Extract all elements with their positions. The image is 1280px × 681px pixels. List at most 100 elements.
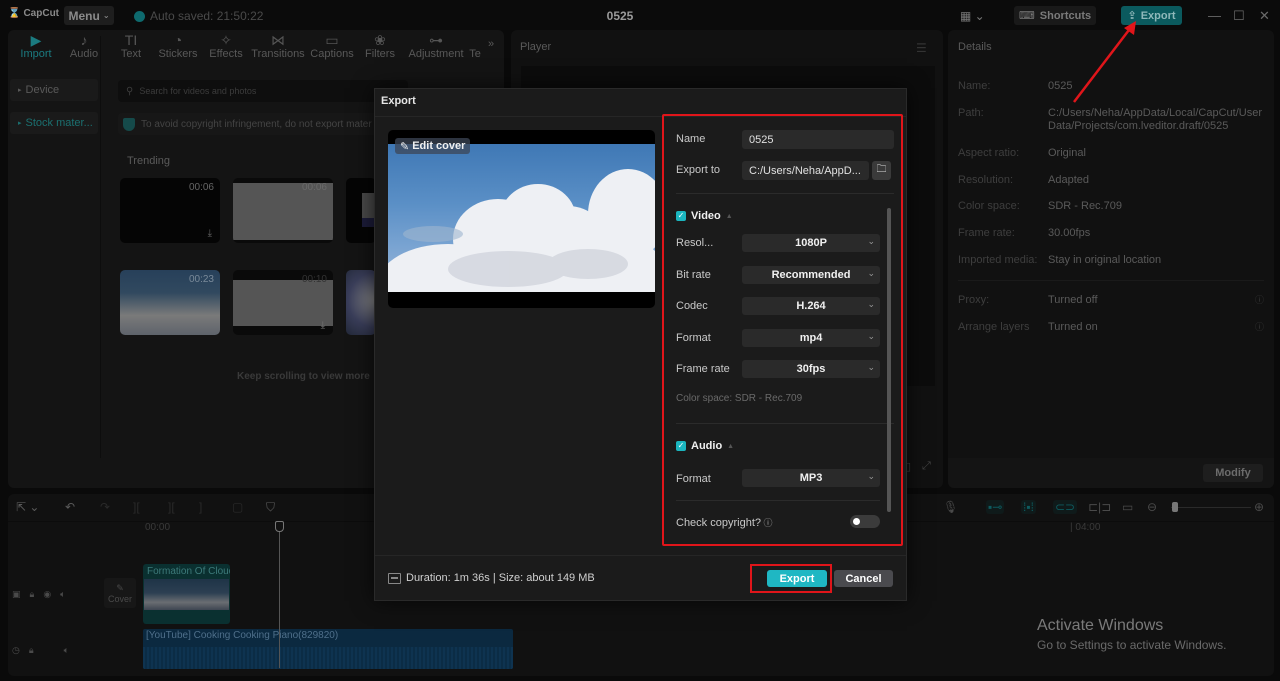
- media-thumb[interactable]: 00:06 ⤓: [120, 178, 220, 243]
- import-icon: ▶: [30, 32, 42, 48]
- filters-icon: ❀: [374, 32, 386, 48]
- playhead-handle[interactable]: [275, 521, 284, 532]
- media-search-input[interactable]: ⚲ Search for videos and photos: [118, 80, 408, 102]
- redo-icon[interactable]: ↷: [100, 500, 110, 514]
- lock-icon[interactable]: 🔒︎: [29, 645, 34, 656]
- minimize-icon[interactable]: —: [1208, 8, 1221, 23]
- media-thumb[interactable]: 00:10 ⤓: [233, 270, 333, 335]
- layout-icon[interactable]: ▦ ⌄: [960, 9, 985, 23]
- settings-scrollbar[interactable]: [887, 208, 891, 512]
- resolution-select[interactable]: 1080P ⌄: [742, 234, 880, 252]
- magnet-main-track-icon[interactable]: ▪⊸: [986, 500, 1005, 514]
- tab-import[interactable]: ▶ Import: [14, 30, 58, 60]
- speaker-icon[interactable]: 🔈︎: [60, 589, 65, 600]
- tab-captions[interactable]: ▭ Captions: [308, 30, 356, 60]
- detail-value: Adapted: [1048, 174, 1089, 186]
- audio-format-select[interactable]: MP3 ⌄: [742, 469, 880, 487]
- menu-button[interactable]: Menu ⌄: [64, 6, 114, 25]
- chevron-down-icon: ⌄: [867, 362, 875, 372]
- folder-browse-button[interactable]: 🗀: [872, 161, 891, 180]
- sidebar-item-stock-material[interactable]: ▸ Stock mater...: [10, 112, 98, 134]
- preview-axis-icon[interactable]: ▭: [1122, 500, 1133, 514]
- tab-filters[interactable]: ❀ Filters: [356, 30, 404, 60]
- delete-right-icon[interactable]: ]: [199, 500, 202, 514]
- edit-cover-button[interactable]: ✎ Edit cover: [395, 138, 471, 154]
- tab-label: Audio: [69, 48, 99, 60]
- microphone-icon[interactable]: 🎙: [943, 500, 958, 514]
- codec-select[interactable]: H.264 ⌄: [742, 297, 880, 315]
- export-path-input[interactable]: C:/Users/Neha/AppD...: [742, 161, 869, 180]
- zoom-out-icon[interactable]: ⊖: [1147, 500, 1157, 514]
- export-button[interactable]: Export: [767, 570, 827, 587]
- modify-button[interactable]: Modify: [1203, 464, 1263, 482]
- video-format-select[interactable]: mp4 ⌄: [742, 329, 880, 347]
- help-icon[interactable]: ⓘ: [1255, 293, 1264, 306]
- lock-icon[interactable]: 🔒︎: [30, 589, 35, 600]
- export-name-input[interactable]: 0525: [742, 130, 894, 149]
- eye-icon[interactable]: ◉: [43, 589, 51, 600]
- tab-audio[interactable]: ♪ Audio: [58, 30, 110, 60]
- caret-up-icon[interactable]: ▲: [727, 443, 734, 450]
- more-tabs-button[interactable]: »: [482, 30, 500, 50]
- sidebar-item-device[interactable]: ▸ Device: [10, 79, 98, 101]
- audio-waveform: [143, 647, 513, 669]
- tab-templates-truncated[interactable]: Te: [468, 30, 482, 60]
- select-cursor-icon[interactable]: ⇱ ⌄: [16, 500, 39, 514]
- annotation-arrow: [1073, 21, 1136, 103]
- download-icon[interactable]: ⤓: [321, 320, 325, 331]
- media-thumb[interactable]: 00:06: [233, 178, 333, 243]
- dialog-title: Export: [381, 95, 416, 107]
- help-icon[interactable]: ⓘ: [1255, 320, 1264, 333]
- speaker-icon[interactable]: 🔈︎: [64, 645, 69, 656]
- bitrate-select[interactable]: Recommended ⌄: [742, 266, 880, 284]
- tab-effects[interactable]: ✧ Effects: [204, 30, 248, 60]
- audio-clip[interactable]: [YouTube] Cooking Cooking Piano(829820): [143, 629, 513, 669]
- tab-text[interactable]: TI Text: [110, 30, 152, 60]
- cover-image[interactable]: [388, 144, 655, 292]
- video-track-controls: ▣ 🔒︎ ◉ 🔈︎: [12, 589, 66, 600]
- tab-adjustment[interactable]: ⊶ Adjustment: [404, 30, 468, 60]
- film-icon: [388, 572, 401, 584]
- zoom-in-icon[interactable]: ⊕: [1254, 500, 1264, 514]
- tab-transitions[interactable]: ⋈ Transitions: [248, 30, 308, 60]
- timeline-zoom-slider[interactable]: [1171, 507, 1251, 508]
- split-view-icon[interactable]: ⊏|⊐: [1088, 500, 1111, 514]
- video-section-toggle[interactable]: ✓ Video ▲: [676, 210, 733, 222]
- link-icon[interactable]: ⊂⊃: [1053, 500, 1078, 514]
- codec-label: Codec: [676, 300, 708, 312]
- delete-icon[interactable]: ▢: [232, 500, 243, 514]
- checkbox-checked-icon[interactable]: ✓: [676, 211, 686, 221]
- fullscreen-icon[interactable]: ⤢: [922, 460, 931, 473]
- download-icon[interactable]: ⤓: [208, 228, 212, 239]
- split-icon[interactable]: ][: [133, 500, 140, 514]
- framerate-select[interactable]: 30fps ⌄: [742, 360, 880, 378]
- project-title: 0525: [606, 9, 634, 23]
- undo-icon[interactable]: ↶: [65, 500, 75, 514]
- media-thumb[interactable]: [346, 270, 376, 335]
- marker-icon[interactable]: ⛉: [266, 500, 275, 515]
- close-icon[interactable]: ✕: [1259, 8, 1270, 24]
- tab-stickers[interactable]: ◔ Stickers: [152, 30, 204, 60]
- cover-button[interactable]: ✎ Cover: [104, 578, 136, 608]
- playhead-line[interactable]: [279, 522, 280, 668]
- search-icon: ⚲: [126, 85, 134, 97]
- audio-section-toggle[interactable]: ✓ Audio ▲: [676, 440, 734, 452]
- autosave-text: Auto saved: 21:50:22: [150, 9, 264, 23]
- hamburger-menu-icon[interactable]: ☰: [916, 41, 927, 55]
- detail-value: Turned on: [1048, 321, 1098, 333]
- checkbox-checked-icon[interactable]: ✓: [676, 441, 686, 451]
- delete-left-icon[interactable]: ][: [168, 500, 175, 514]
- detail-label: Proxy:: [958, 294, 990, 306]
- help-icon[interactable]: ⓘ: [761, 518, 773, 528]
- video-clip[interactable]: Formation Of Clouds: [143, 564, 230, 624]
- media-thumb[interactable]: [346, 178, 376, 243]
- media-thumb[interactable]: 00:23: [120, 270, 220, 335]
- check-copyright-toggle[interactable]: [850, 515, 880, 528]
- auto-snap-icon[interactable]: ⁞▪⁞: [1021, 500, 1036, 514]
- cancel-button[interactable]: Cancel: [834, 570, 893, 587]
- sidebar-item-label: Device: [25, 84, 60, 96]
- caret-up-icon[interactable]: ▲: [726, 213, 733, 220]
- zoom-slider-handle[interactable]: [1172, 502, 1178, 512]
- maximize-icon[interactable]: ☐: [1233, 8, 1245, 24]
- thumb-duration: 00:23: [188, 274, 214, 285]
